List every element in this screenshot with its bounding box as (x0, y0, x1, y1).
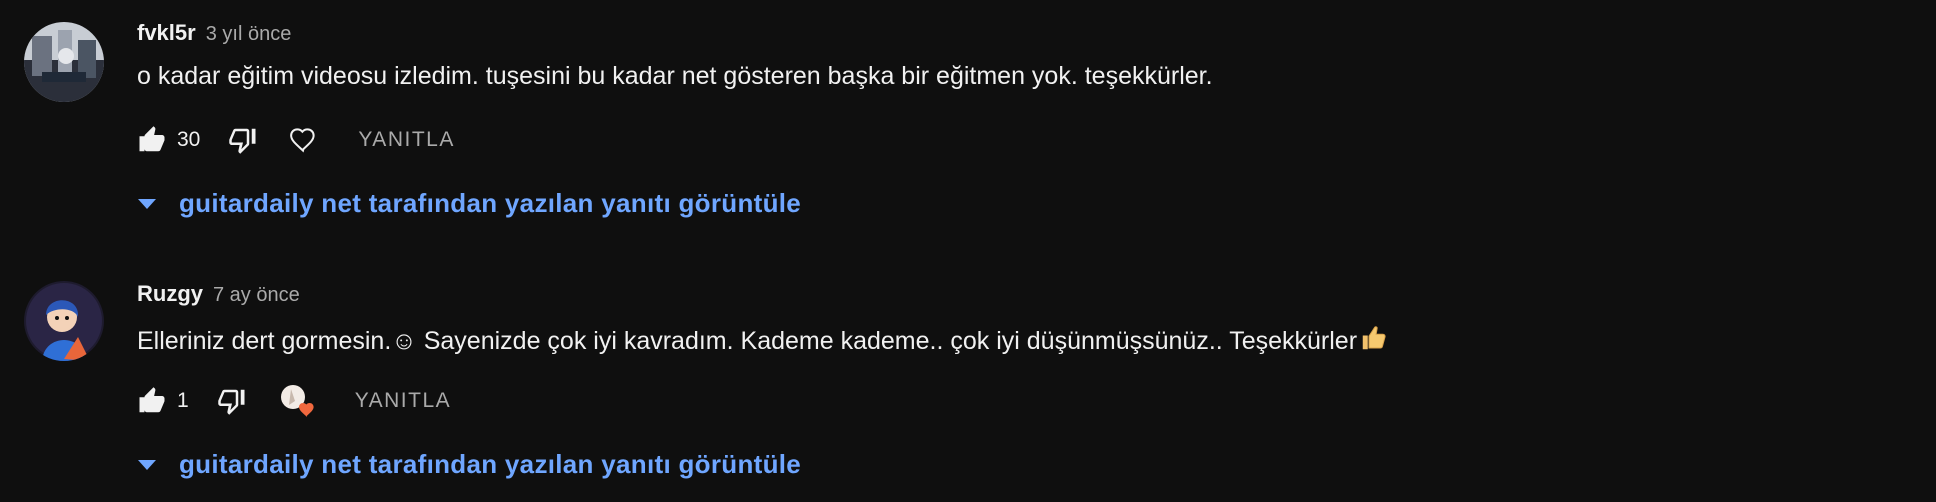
heart-icon[interactable] (288, 125, 318, 155)
like-count: 1 (177, 389, 189, 412)
reply-button[interactable]: YANITLA (355, 389, 451, 413)
view-replies-label: guitardaily net tarafından yazılan yanıt… (179, 449, 802, 479)
like-count: 30 (177, 128, 201, 151)
comment-text-row: Elleriniz dert gormesin.☺ Sayenizde çok … (137, 323, 1389, 360)
comments-section: fvkl5r 3 yıl önce o kadar eğitim videosu… (0, 0, 1936, 502)
view-replies-button[interactable]: guitardaily net tarafından yazılan yanıt… (137, 449, 801, 480)
comment-actions: 30 YANITLA (137, 120, 455, 160)
comment-actions: 1 YANITLA (137, 381, 451, 421)
view-replies-button[interactable]: guitardaily net tarafından yazılan yanıt… (137, 188, 801, 219)
view-replies-label: guitardaily net tarafından yazılan yanıt… (179, 188, 802, 218)
avatar[interactable] (24, 281, 104, 361)
comment-time[interactable]: 3 yıl önce (206, 23, 292, 46)
comment-text: Elleriniz dert gormesin.☺ Sayenizde çok … (137, 327, 1358, 355)
caret-down-icon (138, 198, 156, 209)
author-name[interactable]: Ruzgy (137, 281, 203, 307)
thumb-up-icon[interactable] (137, 125, 167, 155)
comment-text: o kadar eğitim videosu izledim. tuşesini… (137, 62, 1213, 90)
author-name[interactable]: fvkl5r (137, 20, 196, 46)
comment-thread: Ruzgy 7 ay önce Elleriniz dert gormesin.… (0, 281, 1936, 491)
thumbs-up-emoji-icon (1359, 323, 1389, 360)
caret-down-icon (138, 459, 156, 470)
comment-header: Ruzgy 7 ay önce (137, 281, 300, 307)
thumb-down-icon[interactable] (228, 125, 258, 155)
creator-heart-icon[interactable] (277, 381, 321, 421)
comment-header: fvkl5r 3 yıl önce (137, 20, 291, 46)
thumb-down-icon[interactable] (217, 386, 247, 416)
thumb-up-icon[interactable] (137, 386, 167, 416)
avatar[interactable] (24, 22, 104, 102)
comment-thread: fvkl5r 3 yıl önce o kadar eğitim videosu… (0, 20, 1936, 230)
reply-button[interactable]: YANITLA (358, 128, 454, 152)
comment-time[interactable]: 7 ay önce (213, 284, 300, 307)
